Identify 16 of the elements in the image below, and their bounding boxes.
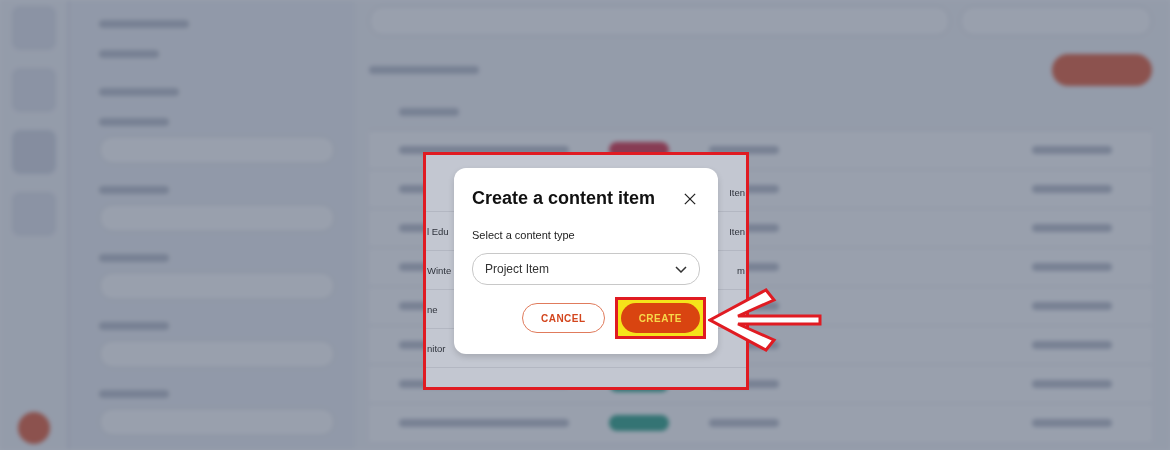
create-button[interactable]: CREATE: [620, 303, 700, 333]
chevron-icon: [675, 265, 687, 273]
table-cell: Iten: [729, 186, 745, 198]
table-cell: Winte: [427, 264, 452, 276]
table-cell: l Edu: [427, 225, 449, 237]
table-cell: ne: [427, 303, 438, 315]
content-type-select[interactable]: Project Item: [472, 253, 700, 285]
table-cell: Iten: [729, 225, 745, 237]
dialog-title: Create a content item: [472, 188, 656, 209]
field-label: Select a content type: [472, 229, 576, 241]
table-cell: m: [737, 264, 745, 276]
cancel-button[interactable]: CANCEL: [521, 303, 605, 333]
create-button[interactable]: [1052, 54, 1152, 86]
table-cell: nitor: [427, 342, 446, 354]
avatar[interactable]: [18, 412, 50, 444]
close-icon[interactable]: [684, 192, 696, 205]
